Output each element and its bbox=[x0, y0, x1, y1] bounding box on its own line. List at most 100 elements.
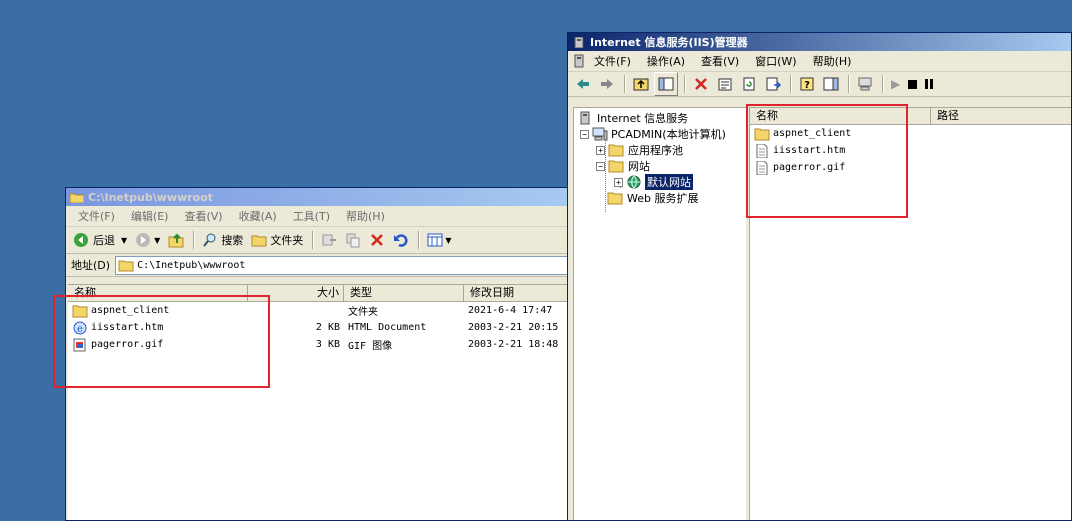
collapse-icon[interactable]: − bbox=[580, 129, 589, 139]
file-type: HTML Document bbox=[348, 322, 427, 333]
iis-title-bar[interactable]: Internet 信息服务(IIS)管理器 bbox=[568, 33, 1071, 51]
delete-x-icon bbox=[371, 234, 384, 246]
toolbar-separator bbox=[312, 231, 315, 249]
back-button[interactable] bbox=[572, 73, 594, 95]
address-bar: 地址(D) C:\Inetpub\wwwroot bbox=[66, 254, 569, 277]
menu-help[interactable]: 帮助(H) bbox=[805, 53, 860, 69]
pause-button[interactable] bbox=[922, 73, 936, 95]
copy-to-icon bbox=[346, 233, 360, 248]
views-button[interactable]: ▼ bbox=[424, 229, 454, 251]
menu-tools[interactable]: 工具(T) bbox=[285, 208, 338, 224]
svg-text:?: ? bbox=[804, 80, 810, 91]
move-to-icon bbox=[322, 234, 337, 246]
stop-icon bbox=[908, 79, 918, 89]
stop-button[interactable] bbox=[905, 73, 920, 95]
export-list-button[interactable] bbox=[762, 73, 784, 95]
file-date: 2021-6-4 17:47 bbox=[468, 305, 553, 316]
column-header-path[interactable]: 路径 bbox=[931, 108, 1071, 124]
up-folder-icon bbox=[168, 233, 184, 248]
show-hide-tree-button[interactable] bbox=[654, 72, 678, 96]
menu-file[interactable]: 文件(F) bbox=[586, 53, 639, 69]
help-button[interactable]: ? bbox=[796, 73, 818, 95]
move-to-button[interactable] bbox=[318, 229, 340, 251]
toolbar-separator bbox=[882, 75, 884, 93]
up-folder-icon bbox=[633, 78, 649, 91]
menu-view[interactable]: 查看(V) bbox=[693, 53, 747, 69]
start-button[interactable]: ▶ bbox=[888, 73, 903, 95]
address-value: C:\Inetpub\wwwroot bbox=[137, 259, 246, 271]
show-hide-action-pane-button[interactable] bbox=[820, 73, 842, 95]
toolbar-separator bbox=[848, 75, 850, 93]
delete-button[interactable] bbox=[366, 229, 388, 251]
back-button[interactable]: 后退 ▼ bbox=[70, 229, 130, 251]
undo-button[interactable] bbox=[390, 229, 412, 251]
chevron-down-icon: ▼ bbox=[154, 235, 161, 245]
folder-icon bbox=[251, 235, 267, 247]
refresh-button[interactable] bbox=[738, 73, 760, 95]
back-arrow-icon bbox=[577, 79, 589, 89]
column-header-type[interactable]: 类型 bbox=[344, 285, 464, 301]
tree-node-websites[interactable]: − 网站 bbox=[596, 158, 650, 174]
expand-icon[interactable]: + bbox=[596, 145, 605, 155]
highlight-box-iis bbox=[746, 104, 908, 218]
iis-server-icon bbox=[574, 36, 584, 48]
back-label: 后退 bbox=[93, 234, 115, 247]
search-button[interactable]: 搜索 bbox=[199, 229, 246, 251]
toolbar-separator bbox=[684, 75, 686, 93]
delete-button[interactable] bbox=[690, 73, 712, 95]
forward-arrow-icon bbox=[136, 233, 151, 247]
folder-icon bbox=[608, 144, 624, 157]
menu-window[interactable]: 窗口(W) bbox=[747, 53, 804, 69]
toolbar-separator bbox=[193, 231, 196, 249]
menu-file[interactable]: 文件(F) bbox=[70, 208, 123, 224]
menu-favorites[interactable]: 收藏(A) bbox=[231, 208, 285, 224]
file-type: GIF 图像 bbox=[348, 341, 393, 352]
views-grid-icon bbox=[427, 233, 443, 247]
properties-icon bbox=[718, 78, 732, 91]
tree-label: PCADMIN(本地计算机) bbox=[611, 128, 726, 141]
tree-node-app-pools[interactable]: + 应用程序池 bbox=[596, 142, 683, 158]
file-date: 2003-2-21 18:48 bbox=[468, 339, 559, 350]
iis-server-icon bbox=[574, 54, 584, 68]
folders-button[interactable]: 文件夹 bbox=[248, 229, 306, 251]
iis-toolbar: ? ▶ bbox=[568, 72, 1071, 97]
computer-icon bbox=[592, 127, 608, 141]
explorer-toolbar: 后退 ▼ ▼ 搜索 文件夹 ▼ bbox=[66, 227, 569, 254]
expand-icon[interactable]: + bbox=[614, 177, 623, 187]
search-label: 搜索 bbox=[221, 234, 244, 247]
explorer-title: C:\Inetpub\wwwroot bbox=[88, 190, 214, 204]
menu-edit[interactable]: 编辑(E) bbox=[123, 208, 177, 224]
console-tree[interactable]: Internet 信息服务 − PCADMIN(本地计算机) + 应用程序池 −… bbox=[573, 107, 748, 520]
tree-node-web-ext[interactable]: Web 服务扩展 bbox=[607, 190, 698, 206]
forward-button[interactable]: ▼ bbox=[132, 229, 163, 251]
address-input[interactable]: C:\Inetpub\wwwroot bbox=[115, 255, 569, 275]
tree-label: Internet 信息服务 bbox=[597, 112, 689, 125]
iis-server-icon bbox=[580, 111, 590, 125]
menu-help[interactable]: 帮助(H) bbox=[338, 208, 393, 224]
up-folder-button[interactable] bbox=[165, 229, 187, 251]
address-label: 地址(D) bbox=[71, 259, 111, 272]
connect-computer-button[interactable] bbox=[854, 73, 876, 95]
tree-node-default-site[interactable]: + 默认网站 bbox=[614, 174, 693, 190]
tree-node-iis-root[interactable]: Internet 信息服务 bbox=[577, 110, 688, 126]
explorer-title-bar[interactable]: C:\Inetpub\wwwroot bbox=[66, 188, 569, 206]
forward-button[interactable] bbox=[596, 73, 618, 95]
file-type: 文件夹 bbox=[348, 307, 378, 318]
tree-node-computer[interactable]: − PCADMIN(本地计算机) bbox=[580, 126, 726, 142]
menu-action[interactable]: 操作(A) bbox=[639, 53, 693, 69]
menu-view[interactable]: 查看(V) bbox=[176, 208, 230, 224]
column-header-date[interactable]: 修改日期 bbox=[464, 285, 568, 301]
up-level-button[interactable] bbox=[630, 73, 652, 95]
iis-title: Internet 信息服务(IIS)管理器 bbox=[590, 36, 748, 49]
undo-icon bbox=[394, 234, 408, 247]
iis-menu-bar: 文件(F) 操作(A) 查看(V) 窗口(W) 帮助(H) bbox=[568, 51, 1071, 72]
properties-button[interactable] bbox=[714, 73, 736, 95]
collapse-icon[interactable]: − bbox=[596, 161, 605, 171]
copy-to-button[interactable] bbox=[342, 229, 364, 251]
play-icon: ▶ bbox=[891, 77, 901, 91]
computer-icon bbox=[858, 77, 872, 91]
search-icon bbox=[203, 233, 216, 247]
toolbar-separator bbox=[418, 231, 421, 249]
folder-icon bbox=[608, 160, 624, 173]
explorer-menu-bar: 文件(F) 编辑(E) 查看(V) 收藏(A) 工具(T) 帮助(H) bbox=[66, 206, 569, 227]
